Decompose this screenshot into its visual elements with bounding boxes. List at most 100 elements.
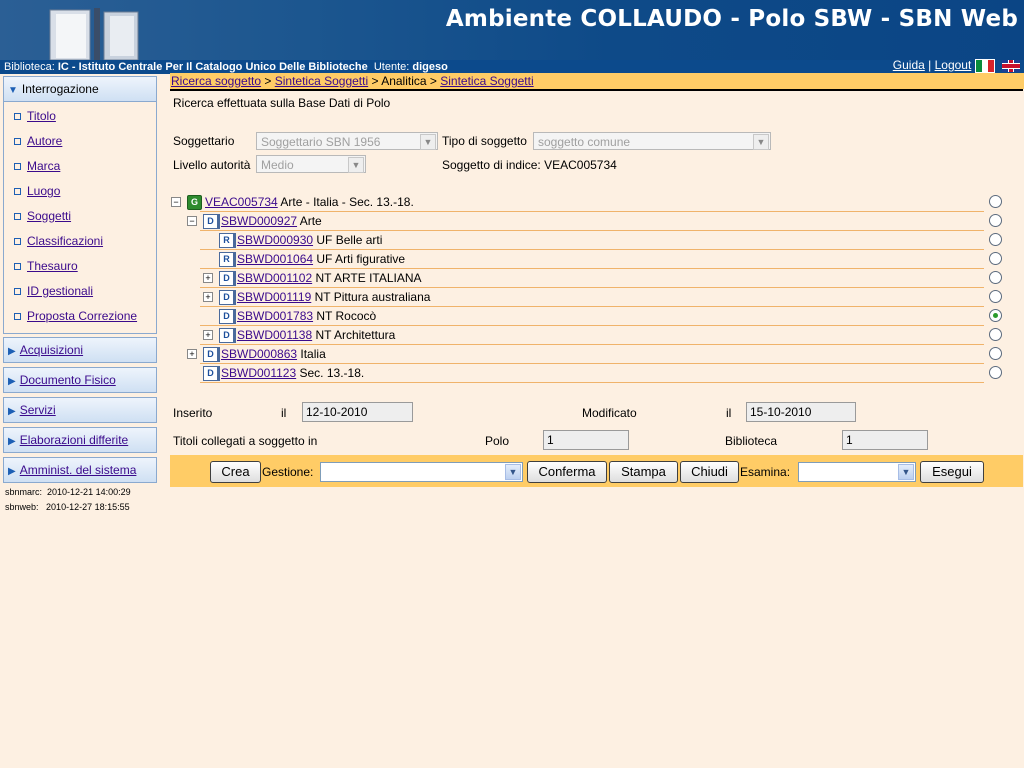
stampa-button[interactable]: Stampa [609,461,678,483]
bullet-icon [14,213,21,221]
bullet-icon [14,163,21,171]
tree-node-id[interactable]: SBWD000927 [221,214,297,228]
tree-row-radio[interactable] [989,328,1002,341]
tree-node-text: Sec. 13.-18. [299,366,365,380]
chevron-down-icon: ▼ [505,464,521,480]
conferma-button[interactable]: Conferma [527,461,607,483]
sidebar-link[interactable]: Autore [27,134,62,148]
section-link[interactable]: Documento Fisico [20,373,116,387]
collapsed-triangle-icon: ▶ [8,376,16,387]
livello-autorita-select[interactable]: Medio ▼ [256,155,366,173]
sidebar-section-servizi[interactable]: ▶ Servizi [3,397,157,423]
bullet-icon [14,263,21,271]
collapse-toggle-icon[interactable]: − [171,197,181,207]
utente-value: digeso [412,61,448,73]
esamina-select[interactable]: ▼ [798,462,916,482]
breadcrumb-separator: > [371,74,379,88]
sidebar-item-id-gestionali[interactable]: ID gestionali [4,279,156,304]
soggetto-indice-value: VEAC005734 [544,158,617,172]
tree-node-id[interactable]: SBWD001119 [237,290,311,304]
tree-row: D SBWD001783 NT Rococò [170,307,1002,326]
section-link[interactable]: Amminist. del sistema [20,463,137,477]
tree-node-id[interactable]: VEAC005734 [205,195,278,209]
sidebar-link[interactable]: Titolo [27,109,56,123]
modificato-date-field: 15-10-2010 [746,402,856,422]
sbnweb-label: sbnweb: [5,502,39,512]
tree-node-id[interactable]: SBWD001783 [237,309,313,323]
sidebar-item-thesauro[interactable]: Thesauro [4,254,156,279]
sidebar-item-soggetti[interactable]: Soggetti [4,204,156,229]
bullet-icon [14,313,21,321]
collapsed-triangle-icon: ▶ [8,406,16,417]
guida-link[interactable]: Guida [893,58,925,72]
expand-toggle-icon[interactable]: + [203,273,213,283]
tree-row-radio[interactable] [989,214,1002,227]
tipo-soggetto-select[interactable]: soggetto comune ▼ [533,132,771,150]
biblioteca-label: Biblioteca: [4,61,55,73]
esegui-button[interactable]: Esegui [920,461,984,483]
sidebar-item-classificazioni[interactable]: Classificazioni [4,229,156,254]
user-info-bar: Biblioteca: IC - Istituto Centrale Per I… [0,58,1024,74]
sidebar-link[interactable]: Marca [27,159,60,173]
tree-node-id[interactable]: SBWD001138 [237,328,312,342]
tipo-soggetto-label: Tipo di soggetto [442,134,527,148]
sidebar-item-marca[interactable]: Marca [4,154,156,179]
soggettario-select[interactable]: Soggettario SBN 1956 ▼ [256,132,438,150]
sidebar-link[interactable]: Proposta Correzione [27,309,137,323]
breadcrumb-ricerca-soggetto[interactable]: Ricerca soggetto [171,74,261,88]
collapse-toggle-icon[interactable]: − [187,216,197,226]
tree-row-radio[interactable] [989,366,1002,379]
section-link[interactable]: Acquisizioni [20,343,83,357]
descriptor-icon: D [219,271,234,287]
chiudi-button[interactable]: Chiudi [680,461,739,483]
sidebar-item-autore[interactable]: Autore [4,129,156,154]
sidebar-section-amministrazione[interactable]: ▶ Amminist. del sistema [3,457,157,483]
tree-node-id[interactable]: SBWD001102 [237,271,312,285]
breadcrumb-sintetica-soggetti-current[interactable]: Sintetica Soggetti [440,74,533,88]
biblioteca-count-label: Biblioteca [725,434,778,448]
sidebar-section-interrogazione[interactable]: ▼ Interrogazione [3,76,157,102]
tree-node-id[interactable]: SBWD000930 [237,233,313,247]
logout-link[interactable]: Logout [935,58,972,72]
tree-node-text: Arte [299,214,322,228]
sidebar-link[interactable]: Thesauro [27,259,78,273]
tree-row-radio[interactable] [989,271,1002,284]
expand-toggle-icon[interactable]: + [203,292,213,302]
books-logo-icon [49,8,139,60]
gestione-select[interactable]: ▼ [320,462,523,482]
sidebar-section-acquisizioni[interactable]: ▶ Acquisizioni [3,337,157,363]
tree-node-id[interactable]: SBWD001064 [237,252,313,266]
bullet-icon [14,238,21,246]
section-link[interactable]: Elaborazioni differite [20,433,129,447]
expand-toggle-icon[interactable]: + [203,330,213,340]
sidebar-section-elaborazioni-differite[interactable]: ▶ Elaborazioni differite [3,427,157,453]
tree-row-radio-selected[interactable] [989,309,1002,322]
sidebar-link[interactable]: ID gestionali [27,284,93,298]
tree-row: − G VEAC005734 Arte - Italia - Sec. 13.-1… [170,193,1002,212]
sidebar-link[interactable]: Luogo [27,184,60,198]
tree-node-id[interactable]: SBWD001123 [221,366,296,380]
italian-flag-icon[interactable] [974,58,995,73]
chevron-down-icon: ▼ [420,134,436,150]
tipo-soggetto-value: soggetto comune [538,135,631,149]
sidebar-link[interactable]: Classificazioni [27,234,103,248]
crea-button[interactable]: Crea [210,461,261,483]
sidebar-item-titolo[interactable]: Titolo [4,104,156,129]
sidebar-link[interactable]: Soggetti [27,209,71,223]
tree-row-radio[interactable] [989,290,1002,303]
sidebar-section-documento-fisico[interactable]: ▶ Documento Fisico [3,367,157,393]
sidebar-item-luogo[interactable]: Luogo [4,179,156,204]
tree-row-radio[interactable] [989,252,1002,265]
breadcrumb-sintetica-soggetti[interactable]: Sintetica Soggetti [275,74,368,88]
sidebar-item-proposta-correzione[interactable]: Proposta Correzione [4,304,156,329]
tree-row: D SBWD001123 Sec. 13.-18. [170,364,1002,383]
tree-node-text: UF Belle arti [316,233,383,247]
tree-row-radio[interactable] [989,347,1002,360]
expand-toggle-icon[interactable]: + [187,349,197,359]
english-flag-icon[interactable] [1002,59,1020,72]
tree-row-radio[interactable] [989,233,1002,246]
tree-row-radio[interactable] [989,195,1002,208]
tree-row: R SBWD001064 UF Arti figurative [170,250,1002,269]
tree-node-id[interactable]: SBWD000863 [221,347,297,361]
section-link[interactable]: Servizi [20,403,56,417]
